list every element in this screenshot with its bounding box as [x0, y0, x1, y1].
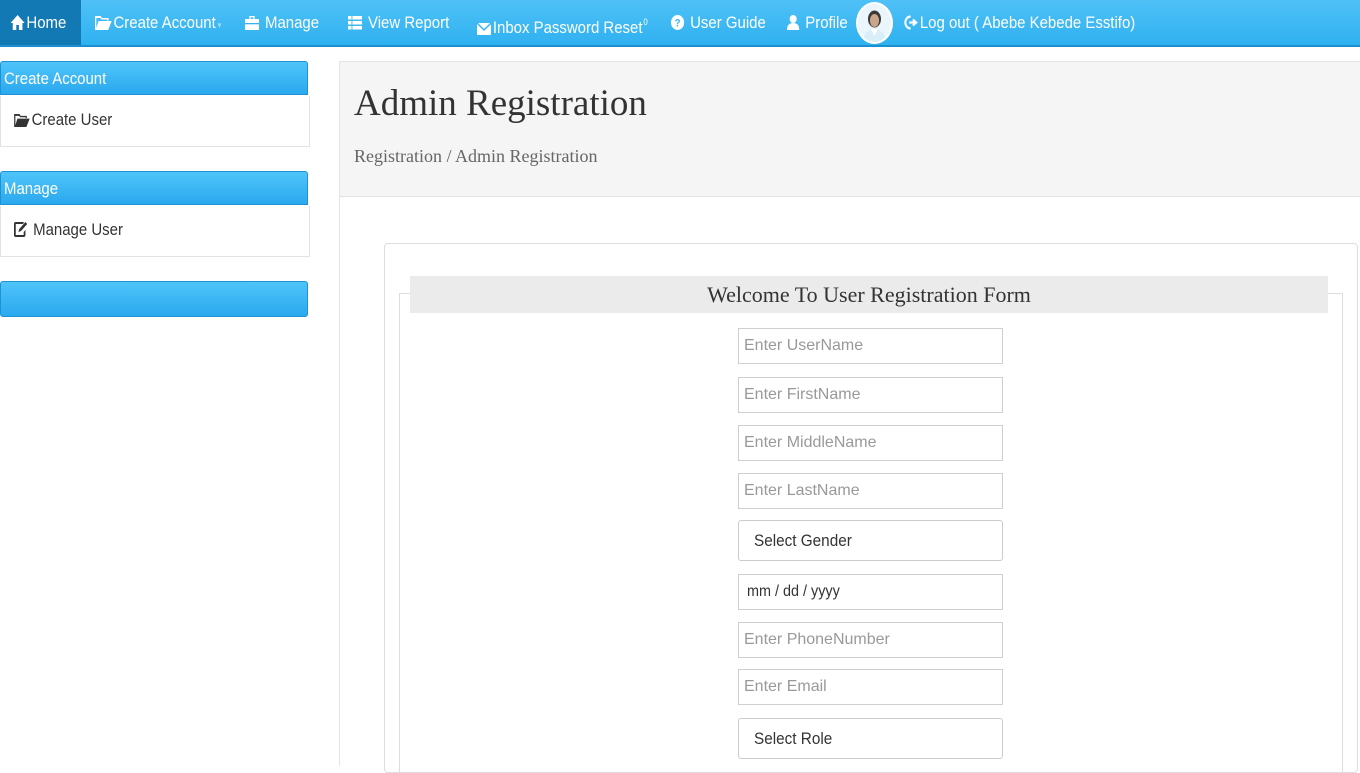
nav-profile-label: Profile: [805, 13, 848, 32]
nav-create-account-label: Create Account: [113, 13, 216, 32]
sidebar-heading-manage: Manage: [0, 171, 308, 205]
question-circle-icon: ?: [671, 15, 685, 30]
sidebar-panel-manage: Manage User: [0, 206, 310, 257]
briefcase-icon: [245, 16, 260, 30]
folder-open-icon: [95, 16, 112, 30]
edit-icon: [14, 222, 28, 237]
nav-inbox-label: Inbox Password Reset: [492, 18, 643, 37]
nav-user-guide[interactable]: ? User Guide: [671, 0, 766, 45]
chevron-down-icon: ▾: [217, 20, 222, 30]
sidebar-item-label: Manage User: [33, 220, 123, 239]
avatar-photo-icon: [863, 10, 886, 42]
page-header: Admin Registration Registration / Admin …: [339, 61, 1360, 197]
sidebar-item-manage-user[interactable]: Manage User: [14, 220, 123, 240]
form-legend: Welcome To User Registration Form: [410, 276, 1328, 313]
inbox-count-badge: 0: [643, 17, 648, 27]
nav-home[interactable]: Home: [0, 0, 81, 45]
avatar[interactable]: [856, 2, 893, 44]
sidebar-panel-create-account: Create User: [0, 96, 310, 147]
top-navbar: Home Create Account ▾ Manage View Report …: [0, 0, 1360, 47]
envelope-icon: [476, 22, 492, 35]
user-icon: [787, 15, 800, 30]
role-select-label: Select Role: [754, 729, 833, 748]
nav-create-account[interactable]: Create Account ▾: [95, 0, 222, 45]
svg-text:?: ?: [675, 18, 681, 30]
gender-select[interactable]: Select Gender: [738, 520, 1003, 561]
nav-manage-label: Manage: [265, 13, 320, 32]
folder-open-icon: [14, 114, 30, 127]
nav-manage[interactable]: Manage: [245, 0, 319, 45]
sidebar-heading-empty: [0, 281, 308, 317]
sidebar-heading-label: Manage: [4, 179, 59, 198]
breadcrumb: Registration / Admin Registration: [354, 146, 598, 166]
sidebar-item-create-user[interactable]: Create User: [14, 110, 112, 130]
page-title: Admin Registration: [354, 83, 647, 124]
nav-logout-label: Log out ( Abebe Kebede Esstifo): [919, 13, 1136, 32]
email-input[interactable]: [738, 669, 1003, 705]
nav-logout[interactable]: Log out ( Abebe Kebede Esstifo): [904, 0, 1135, 45]
lastname-input[interactable]: [738, 473, 1003, 509]
home-icon: [10, 15, 25, 30]
middlename-input[interactable]: [738, 425, 1003, 461]
gender-select-label: Select Gender: [754, 531, 852, 550]
sidebar-item-label: Create User: [31, 110, 113, 129]
sidebar-heading-label: Create Account: [4, 69, 107, 88]
firstname-input[interactable]: [738, 377, 1003, 413]
nav-view-report[interactable]: View Report: [348, 0, 449, 45]
nav-user-guide-label: User Guide: [690, 13, 766, 32]
sidebar-heading-create-account: Create Account: [0, 61, 308, 95]
logout-icon: [904, 15, 918, 30]
list-icon: [348, 16, 363, 30]
nav-inbox-password-reset[interactable]: Inbox Password Reset0: [476, 0, 648, 45]
nav-profile[interactable]: Profile: [787, 0, 848, 45]
role-select[interactable]: Select Role: [738, 718, 1003, 759]
nav-view-report-label: View Report: [368, 13, 450, 32]
phone-input[interactable]: [738, 622, 1003, 658]
birthdate-placeholder: mm / dd / yyyy: [747, 583, 840, 600]
nav-home-label: Home: [26, 13, 67, 32]
birthdate-input[interactable]: mm / dd / yyyy: [738, 574, 1003, 610]
username-input[interactable]: [738, 328, 1003, 364]
